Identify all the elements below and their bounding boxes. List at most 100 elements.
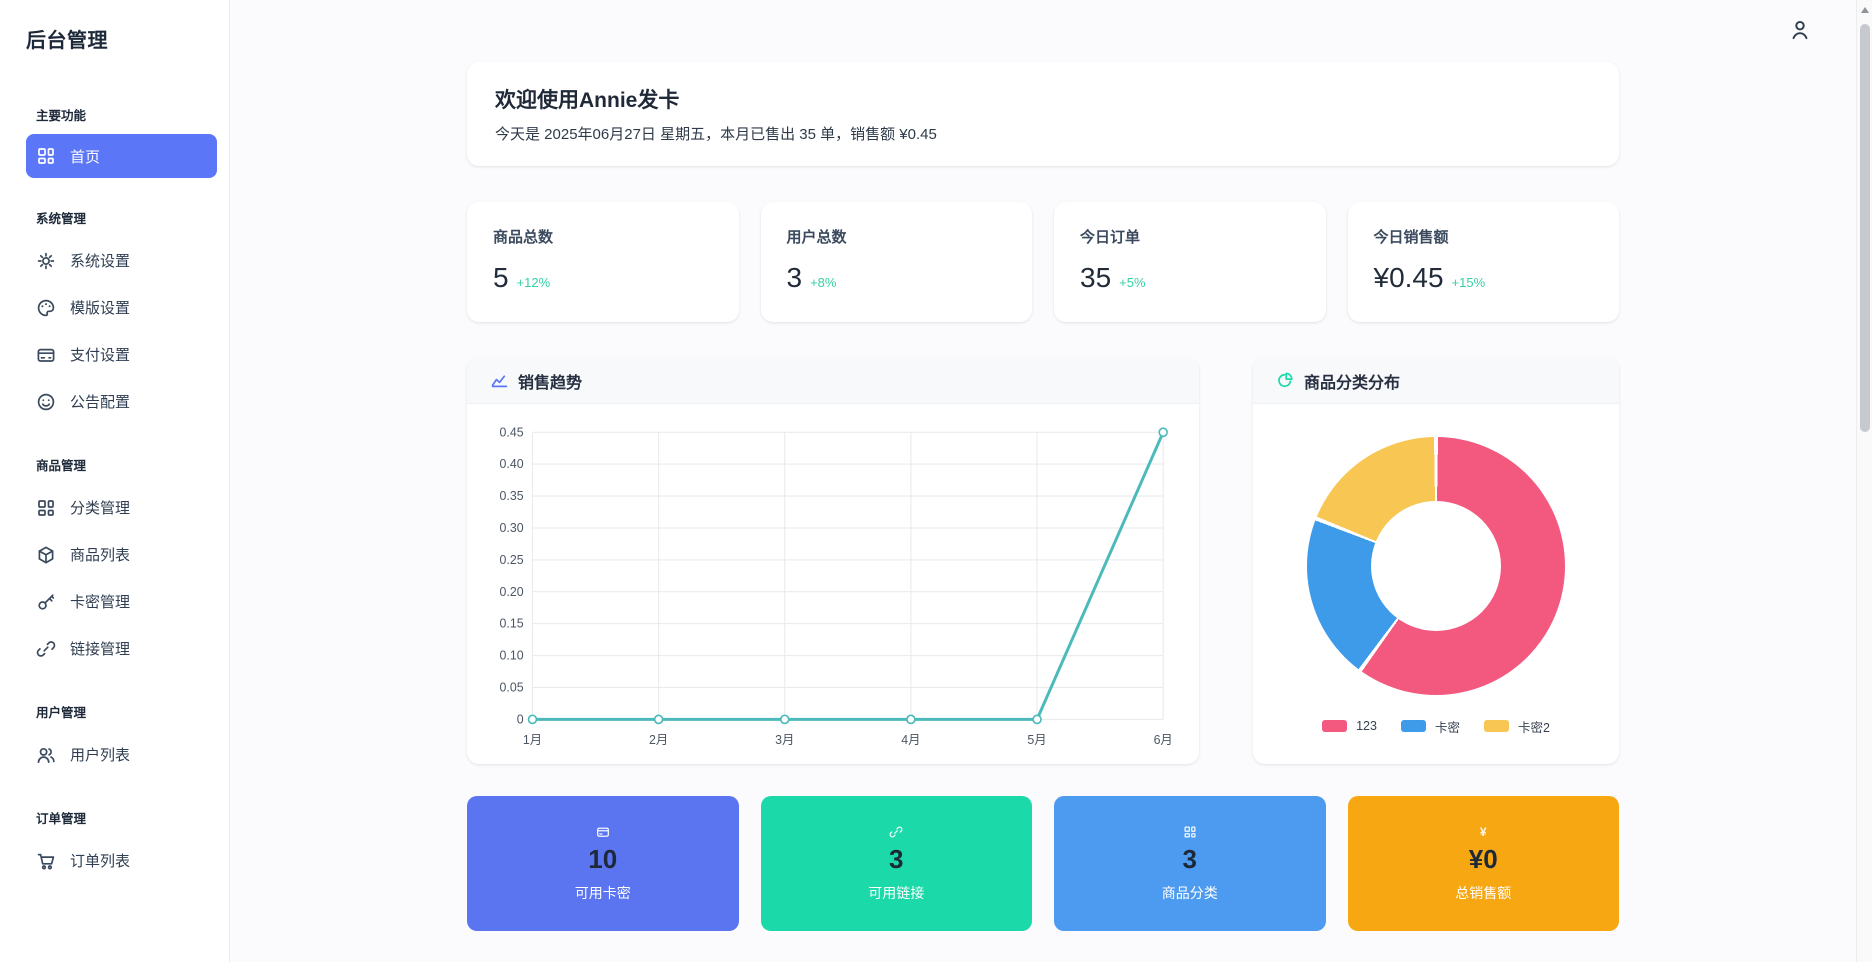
- link-icon: [889, 824, 903, 839]
- sidebar-item-template-settings[interactable]: 模版设置: [26, 284, 217, 331]
- quick-card-available-keys[interactable]: 10 可用卡密: [467, 796, 739, 931]
- sidebar-section-label: 商品管理: [36, 459, 87, 473]
- grid-icon: [1183, 824, 1197, 839]
- legend-item[interactable]: 卡密: [1400, 717, 1460, 736]
- donut-chart-area: 123 卡密 卡密2: [1253, 404, 1619, 764]
- sidebar-item-order-list[interactable]: 订单列表: [26, 837, 217, 884]
- svg-text:2月: 2月: [649, 733, 668, 747]
- credit-card-icon: [596, 824, 610, 839]
- sidebar-item-label: 卡密管理: [70, 594, 131, 611]
- quick-card-available-links[interactable]: 3 可用链接: [760, 796, 1032, 931]
- sidebar-item-payment-settings[interactable]: 支付设置: [26, 331, 217, 378]
- sidebar-item-label: 商品列表: [70, 547, 131, 564]
- quick-label: 总销售额: [1455, 885, 1512, 901]
- quick-value: 3: [1182, 844, 1197, 874]
- quick-label: 可用链接: [868, 885, 925, 901]
- svg-text:0.15: 0.15: [500, 617, 524, 631]
- svg-text:3月: 3月: [775, 733, 794, 747]
- sidebar-item-label: 用户列表: [70, 747, 131, 764]
- grid-icon: [36, 498, 56, 518]
- gear-icon: [36, 251, 56, 271]
- stat-label: 商品总数: [493, 229, 554, 246]
- sidebar-item-label: 链接管理: [70, 641, 131, 658]
- sidebar-item-category-management[interactable]: 分类管理: [26, 484, 217, 531]
- yen-icon: ¥: [1479, 824, 1487, 839]
- sales-trend-card: 销售趋势 0 0.05 0.10 0.15 0.20 0.25 0.30 0.35 0.40 0.…: [467, 358, 1199, 764]
- legend-item[interactable]: 卡密2: [1483, 717, 1550, 736]
- stat-value: 35: [1080, 262, 1112, 293]
- svg-text:0.10: 0.10: [500, 648, 524, 662]
- svg-text:0.20: 0.20: [500, 585, 524, 599]
- quick-card-total-sales[interactable]: ¥ ¥0 总销售额: [1347, 796, 1619, 931]
- stat-card-orders-today: 今日订单 35 +5%: [1054, 202, 1326, 322]
- package-icon: [36, 545, 56, 565]
- donut-legend: 123 卡密 卡密2: [1322, 717, 1550, 736]
- topbar: [230, 0, 1856, 62]
- svg-text:0.45: 0.45: [500, 425, 524, 439]
- stats-row: 商品总数 5 +12% 用户总数 3 +8% 今日订单 35 +5% 今日销售额…: [467, 202, 1619, 322]
- quick-card-product-categories[interactable]: 3 商品分类: [1054, 796, 1326, 931]
- scrollbar-thumb[interactable]: [1860, 24, 1870, 432]
- sidebar-section-label: 订单管理: [36, 812, 87, 826]
- app-title: 后台管理: [26, 30, 108, 52]
- quick-value: 10: [588, 844, 618, 874]
- trend-line-icon: [491, 375, 508, 388]
- charts-row: 销售趋势 0 0.05 0.10 0.15 0.20 0.25 0.30 0.35 0.40 0.…: [467, 358, 1619, 764]
- stat-card-users-total: 用户总数 3 +8%: [760, 202, 1032, 322]
- scrollbar[interactable]: [1856, 0, 1872, 962]
- chart-title: 商品分类分布: [1304, 374, 1401, 392]
- svg-text:1月: 1月: [523, 733, 542, 747]
- sales-trend-header: 销售趋势: [467, 358, 1199, 404]
- legend-swatch: [1322, 720, 1348, 732]
- dashboard-grid-icon: [36, 146, 56, 166]
- quick-value: 3: [889, 844, 904, 874]
- legend-swatch: [1483, 720, 1509, 732]
- user-icon[interactable]: [1788, 18, 1814, 44]
- svg-text:0.30: 0.30: [500, 521, 524, 535]
- line-chart: 0 0.05 0.10 0.15 0.20 0.25 0.30 0.35 0.40 0.45 1月 2…: [500, 425, 1173, 747]
- users-icon: [36, 745, 56, 765]
- stat-card-sales-today: 今日销售额 ¥0.45 +15%: [1347, 202, 1619, 322]
- sidebar-item-label: 首页: [70, 148, 101, 166]
- chart-title: 销售趋势: [518, 374, 583, 392]
- stat-label: 今日销售额: [1373, 229, 1449, 246]
- sidebar-item-label: 公告配置: [70, 394, 131, 411]
- stat-value: ¥0.45: [1373, 262, 1444, 293]
- stat-trend: +8%: [810, 275, 837, 290]
- sidebar-section-label: 系统管理: [36, 212, 87, 226]
- sidebar-item-link-management[interactable]: 链接管理: [26, 625, 217, 672]
- sidebar-item-product-list[interactable]: 商品列表: [26, 531, 217, 578]
- quick-label: 商品分类: [1161, 885, 1218, 901]
- scrollbar-up-arrow[interactable]: [1861, 7, 1869, 13]
- legend-label: 123: [1356, 719, 1377, 733]
- svg-text:5月: 5月: [1027, 733, 1046, 747]
- category-distribution-header: 商品分类分布: [1253, 358, 1619, 404]
- legend-item[interactable]: 123: [1322, 719, 1377, 733]
- sidebar-item-user-list[interactable]: 用户列表: [26, 731, 217, 778]
- svg-text:0: 0: [517, 712, 524, 726]
- sidebar-item-system-settings[interactable]: 系统设置: [26, 237, 217, 284]
- smiley-icon: [36, 392, 56, 412]
- welcome-title: 欢迎使用Annie发卡: [495, 89, 680, 112]
- palette-icon: [36, 298, 56, 318]
- welcome-card: 欢迎使用Annie发卡 今天是 2025年06月27日 星期五，本月已售出 35…: [467, 62, 1619, 166]
- stat-trend: +15%: [1451, 275, 1486, 290]
- main-area: 欢迎使用Annie发卡 今天是 2025年06月27日 星期五，本月已售出 35…: [230, 0, 1872, 962]
- svg-text:4月: 4月: [901, 733, 920, 747]
- sidebar-section-label: 主要功能: [36, 109, 87, 123]
- sidebar-item-label: 模版设置: [70, 300, 131, 317]
- svg-text:0.05: 0.05: [500, 680, 524, 694]
- sidebar-item-card-key-management[interactable]: 卡密管理: [26, 578, 217, 625]
- sidebar: 后台管理 主要功能 首页 系统管理 系统设置 模版设置 支付设置 公告配置 商品…: [0, 0, 230, 962]
- quick-value: ¥0: [1468, 844, 1498, 874]
- sidebar-item-label: 分类管理: [70, 500, 131, 517]
- sidebar-item-label: 支付设置: [70, 347, 131, 364]
- sidebar-item-home[interactable]: 首页: [26, 134, 217, 178]
- stat-trend: +12%: [516, 275, 551, 290]
- stat-label: 用户总数: [786, 229, 847, 246]
- category-distribution-card: 商品分类分布 123 卡密 卡密2: [1253, 358, 1619, 764]
- sidebar-item-announcement-config[interactable]: 公告配置: [26, 378, 217, 425]
- quick-label: 可用卡密: [574, 885, 631, 901]
- cart-icon: [36, 851, 56, 871]
- quick-stats-row: 10 可用卡密 3 可用链接 3 商品分类 ¥ ¥0 总销售额: [467, 796, 1619, 946]
